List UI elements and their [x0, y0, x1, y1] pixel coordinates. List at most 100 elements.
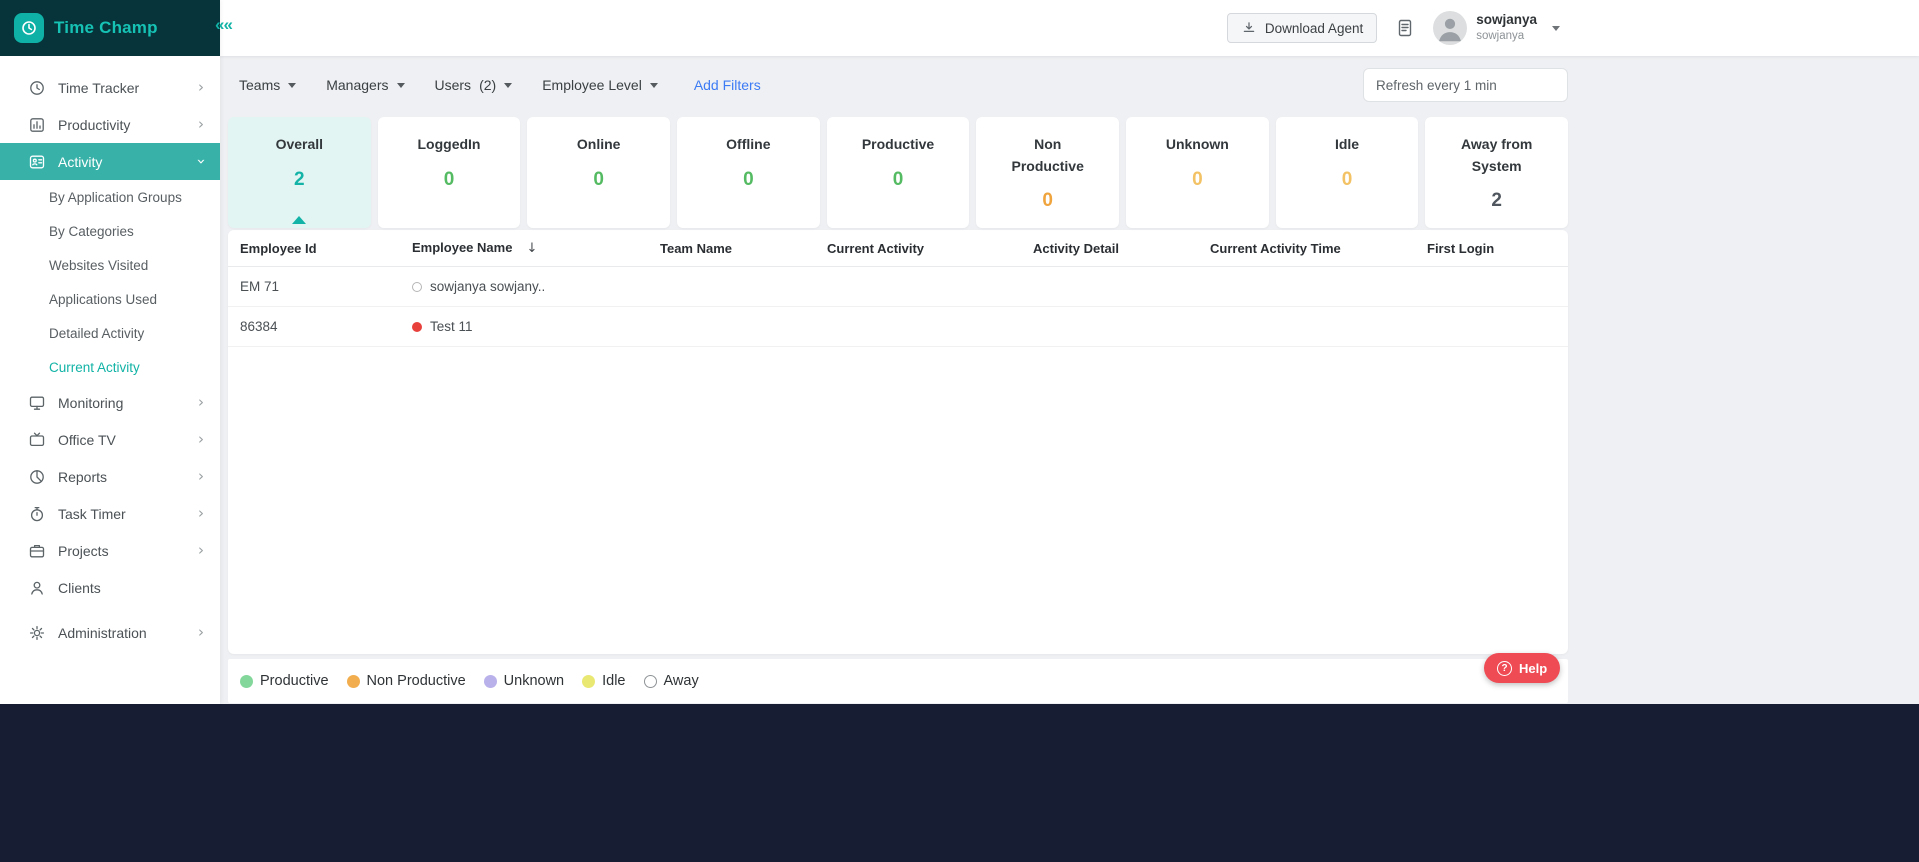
status-card-productive[interactable]: Productive 0: [826, 117, 970, 228]
legend-label: Productive: [260, 673, 329, 689]
sidebar-subitem-websites-visited[interactable]: Websites Visited: [0, 248, 220, 282]
add-filters-link[interactable]: Add Filters: [694, 77, 761, 93]
idle-dot-icon: [582, 674, 596, 688]
sidebar-item-label: Time Tracker: [58, 79, 140, 96]
status-card-idle[interactable]: Idle 0: [1275, 117, 1419, 228]
header-team-name[interactable]: Team Name: [648, 230, 815, 267]
sort-descending-icon[interactable]: ↓: [526, 241, 537, 256]
employee-name-text: Test 11: [430, 319, 473, 334]
activity-table: Employee Id Employee Name ↓ Team Name Cur…: [228, 230, 1568, 347]
brand-logo[interactable]: Time Champ: [0, 0, 220, 56]
card-value: 2: [294, 168, 305, 190]
sidebar-item-monitoring[interactable]: Monitoring ›: [0, 384, 220, 421]
sidebar-item-productivity[interactable]: Productivity ›: [0, 106, 220, 143]
status-cards-row: Overall 2 LoggedIn 0 Online 0 Offline 0: [228, 117, 1569, 228]
header-current-activity-time[interactable]: Current Activity Time: [1198, 230, 1415, 267]
sidebar-subitem-applications-used[interactable]: Applications Used: [0, 282, 220, 316]
card-label: Overall: [275, 136, 324, 152]
status-card-unknown[interactable]: Unknown 0: [1126, 117, 1269, 228]
subitem-label: Current Activity: [49, 359, 140, 375]
user-menu[interactable]: sowjanya sowjanya: [1433, 11, 1560, 45]
legend-item-away: Away: [643, 673, 699, 689]
legend-label: Idle: [602, 673, 626, 689]
sidebar-item-label: Projects: [58, 542, 109, 559]
briefcase-icon: [28, 542, 46, 560]
sidebar-item-projects[interactable]: Projects ›: [0, 532, 220, 569]
status-card-overall[interactable]: Overall 2: [228, 117, 371, 228]
chevron-right-icon: ›: [198, 430, 204, 448]
sidebar-subitem-current-activity[interactable]: Current Activity: [0, 350, 220, 384]
legend-label: Unknown: [503, 673, 565, 689]
document-icon[interactable]: [1395, 18, 1415, 38]
cell-team-name: [648, 306, 815, 347]
status-card-non-productive[interactable]: Non Productive 0: [976, 117, 1120, 228]
avatar: [1433, 11, 1468, 45]
chevron-right-icon: ›: [198, 467, 204, 485]
managers-filter-dropdown[interactable]: Managers: [326, 77, 405, 93]
chevron-down-icon: [1552, 25, 1560, 31]
employee-level-filter-dropdown[interactable]: Employee Level: [542, 77, 658, 93]
status-card-online[interactable]: Online 0: [527, 117, 671, 228]
table-row[interactable]: 86384 Test 11: [228, 306, 1568, 347]
sidebar-item-administration[interactable]: Administration ›: [0, 614, 220, 651]
pie-chart-icon: [28, 468, 46, 486]
chevron-down-icon: [288, 82, 297, 88]
cell-first-login: [1415, 306, 1568, 347]
legend-label: Away: [663, 673, 699, 689]
status-card-offline[interactable]: Offline 0: [677, 117, 820, 228]
sidebar-subitem-detailed-activity[interactable]: Detailed Activity: [0, 316, 220, 350]
sidebar-item-label: Monitoring: [58, 394, 124, 411]
monitor-icon: [28, 394, 46, 412]
sidebar-item-label: Productivity: [58, 116, 131, 133]
table-row[interactable]: EM 71 sowjanya sowjany..: [228, 266, 1568, 307]
sidebar-item-activity[interactable]: Activity ›: [0, 143, 220, 180]
sidebar-item-task-timer[interactable]: Task Timer ›: [0, 495, 220, 532]
teams-filter-dropdown[interactable]: Teams: [239, 77, 297, 93]
sidebar-item-reports[interactable]: Reports ›: [0, 458, 220, 495]
users-filter-dropdown[interactable]: Users (2): [435, 77, 513, 93]
cell-employee-name: Test 11: [400, 306, 648, 347]
chevron-right-icon: ›: [198, 393, 204, 411]
sidebar-collapse-button[interactable]: ««: [215, 15, 233, 35]
status-card-away-from-system[interactable]: Away from System 2: [1425, 117, 1569, 228]
user-names: sowjanya sowjanya: [1476, 12, 1537, 43]
refresh-interval-select[interactable]: Refresh every 1 min: [1363, 68, 1568, 102]
chevron-right-icon: ›: [198, 504, 204, 522]
sidebar-subitem-by-categories[interactable]: By Categories: [0, 214, 220, 248]
sidebar-item-office-tv[interactable]: Office TV ›: [0, 421, 220, 458]
sidebar-item-label: Reports: [58, 468, 108, 485]
sidebar-item-label: Activity: [58, 153, 103, 170]
managers-filter-label: Managers: [326, 77, 389, 93]
card-label: LoggedIn: [417, 136, 481, 152]
help-button[interactable]: ? Help: [1484, 653, 1561, 683]
header-activity-detail[interactable]: Activity Detail: [1021, 230, 1198, 267]
header-first-login[interactable]: First Login: [1415, 230, 1568, 267]
sidebar-subitem-by-application-groups[interactable]: By Application Groups: [0, 180, 220, 214]
users-filter-label: Users: [434, 77, 472, 93]
cell-current-activity: [815, 266, 1021, 307]
unknown-dot-icon: [483, 674, 497, 688]
sidebar-item-clients[interactable]: Clients: [0, 569, 220, 606]
selected-card-pointer-icon: [292, 216, 307, 224]
gear-icon: [28, 624, 46, 642]
card-value: 0: [1341, 168, 1353, 190]
download-agent-button[interactable]: Download Agent: [1226, 13, 1378, 43]
legend-item-unknown: Unknown: [483, 673, 565, 689]
sidebar-item-time-tracker[interactable]: Time Tracker ›: [0, 69, 220, 106]
filter-row: Teams Managers Users (2) Employee Level: [228, 67, 1568, 103]
subitem-label: By Application Groups: [49, 189, 182, 205]
cell-employee-id: 86384: [228, 306, 400, 347]
card-label: Unknown: [1165, 136, 1229, 152]
status-card-loggedin[interactable]: LoggedIn 0: [377, 117, 521, 228]
chevron-down-icon: [504, 82, 513, 88]
cell-current-activity: [815, 306, 1021, 347]
chevron-down-icon: [649, 82, 658, 88]
cell-activity-detail: [1021, 306, 1198, 347]
brand-clock-icon: [14, 13, 44, 43]
header-employee-name[interactable]: Employee Name ↓: [400, 230, 648, 267]
bar-chart-icon: [28, 116, 46, 134]
header-employee-id[interactable]: Employee Id: [228, 230, 400, 267]
teams-filter-label: Teams: [239, 77, 281, 93]
subitem-label: By Categories: [49, 223, 134, 239]
header-current-activity[interactable]: Current Activity: [815, 230, 1021, 267]
